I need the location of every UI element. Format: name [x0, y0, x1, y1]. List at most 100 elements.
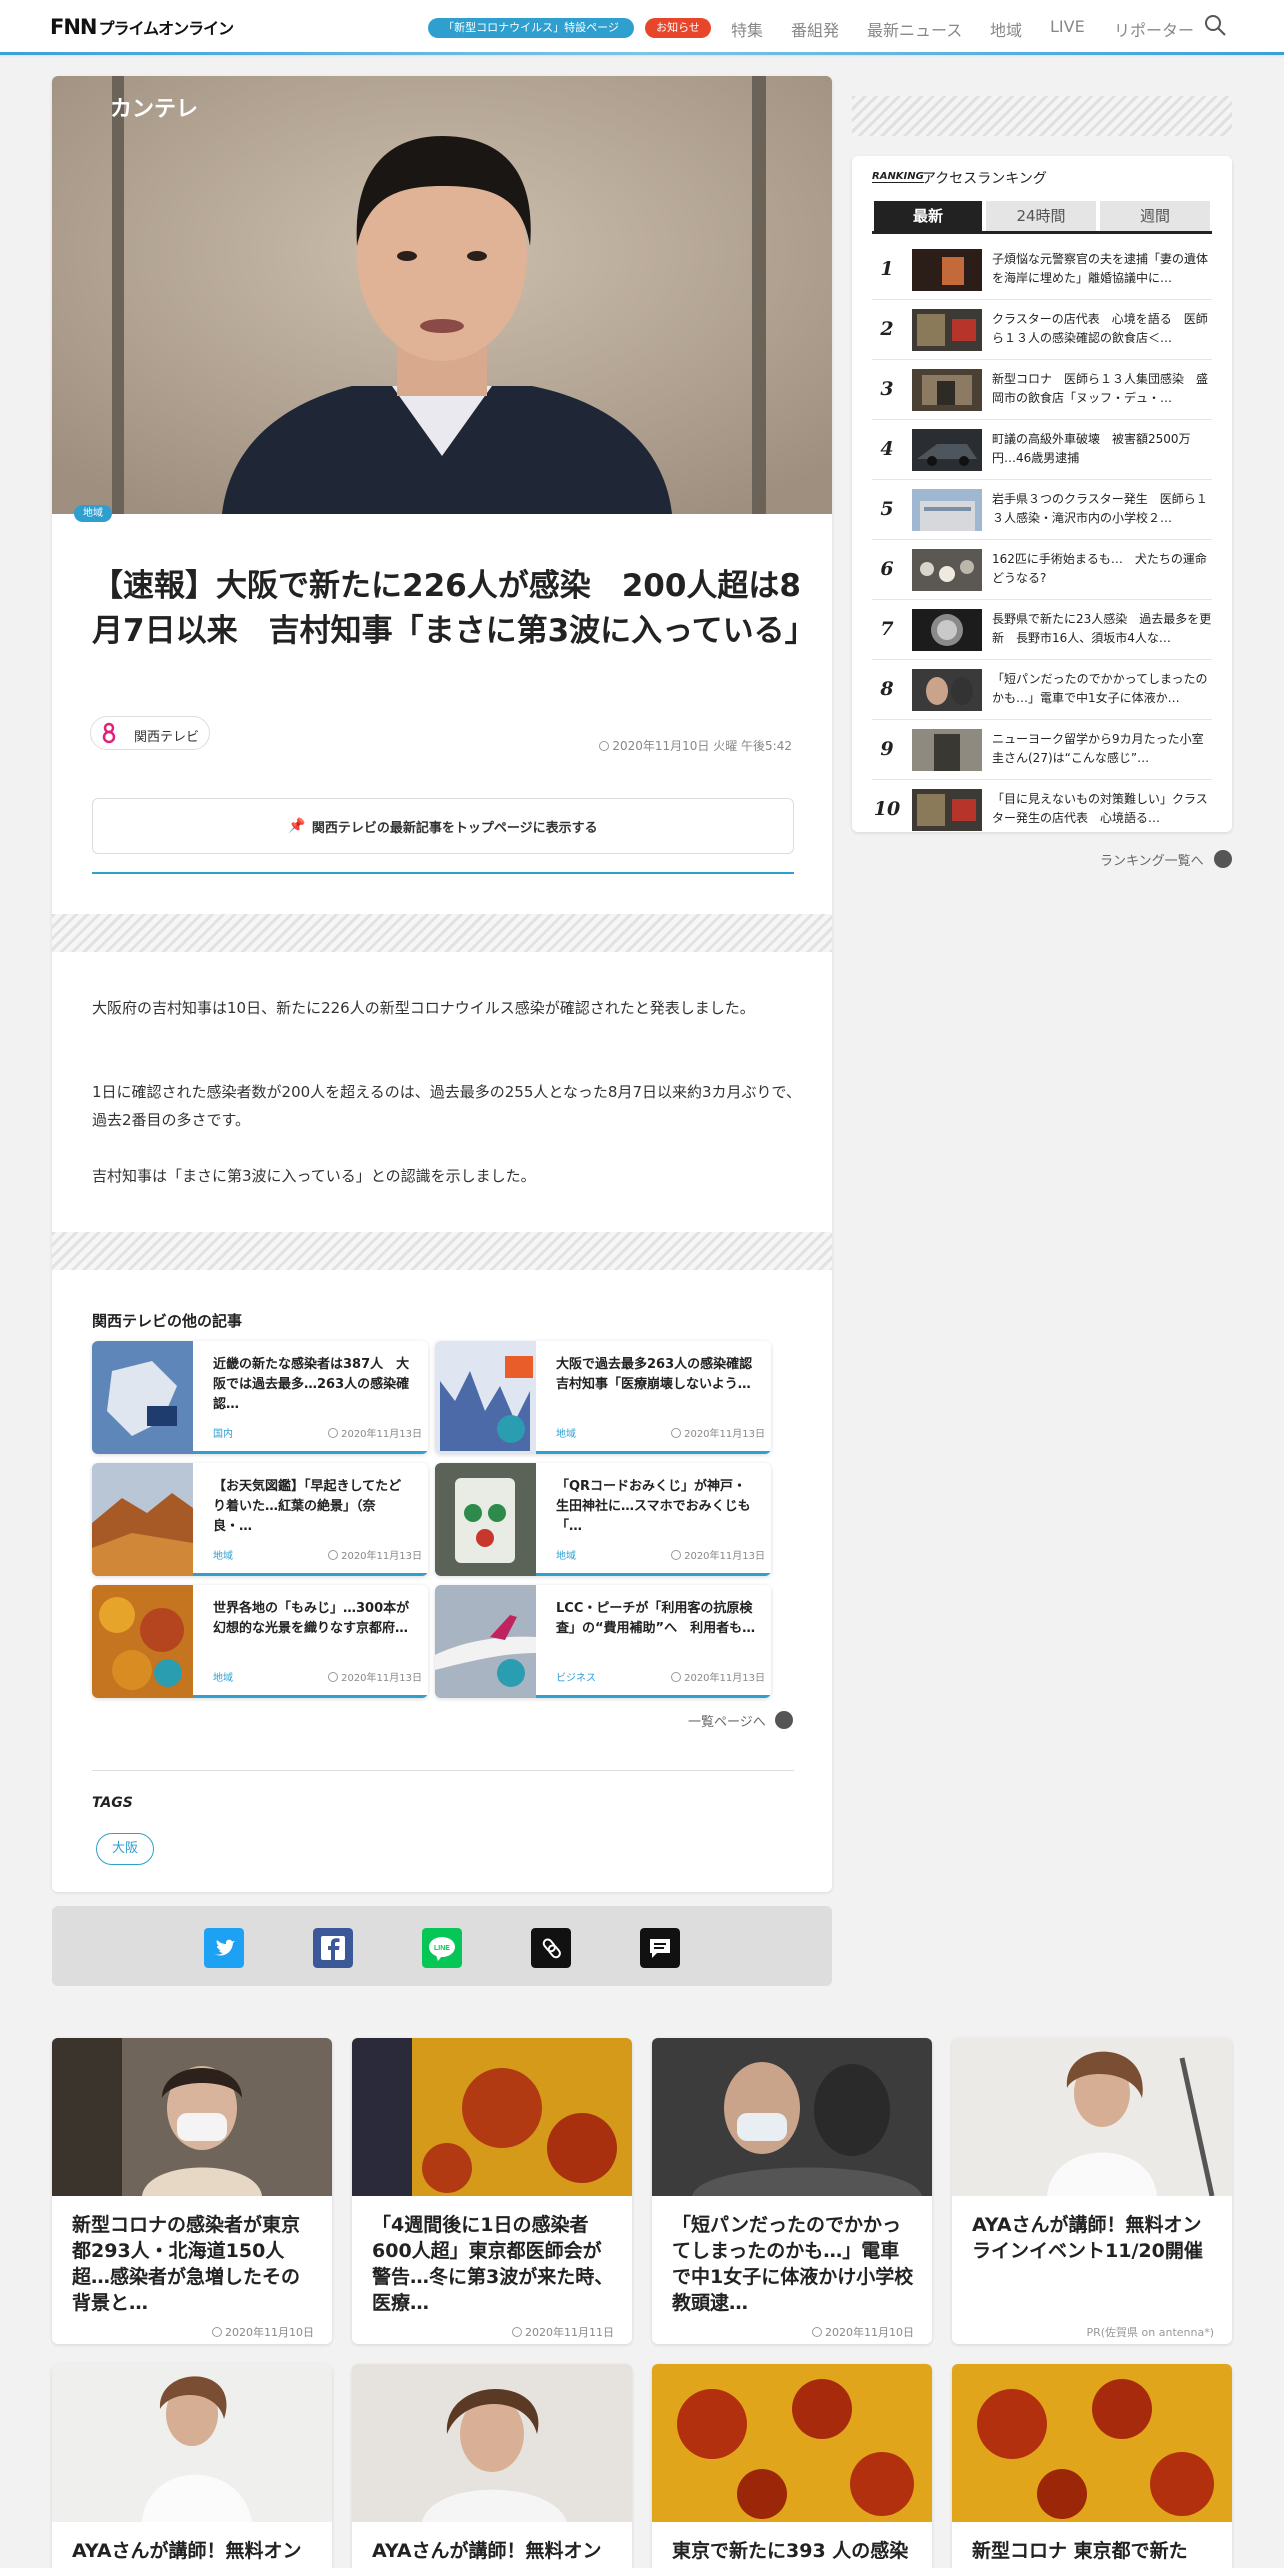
logo-prime-online: プライムオンライン [98, 19, 235, 38]
bottom-card-image [352, 2038, 632, 2196]
logo-fnn: FNN [50, 15, 97, 39]
related-card-category: 地域 [213, 1673, 233, 1684]
bottom-news-card[interactable]: 「短パンだったのでかかってしまったのかも…」電車で中1女子に体液かけ小学校教頭逮… [652, 2038, 932, 2344]
ranking-item[interactable]: 6 162匹に手術始まるも… 犬たちの運命どうなる? [872, 540, 1212, 600]
ranking-tab-week[interactable]: 週間 [1100, 201, 1210, 231]
related-card-date: 2020年11月13日 [322, 1425, 422, 1440]
ranking-item[interactable]: 3 新型コロナ 医師ら１３人集団感染 盛岡市の飲食店「ヌッフ・デュ・… [872, 360, 1212, 420]
related-card-accent [193, 1695, 428, 1698]
bottom-card-title: AYAさんが講師！無料オンラインイベント11/20開催 [972, 2214, 1203, 2262]
related-thumb [435, 1463, 536, 1576]
tag-osaka[interactable]: 大阪 [96, 1833, 154, 1865]
ranking-number: 5 [880, 498, 894, 520]
bottom-card-image [652, 2038, 932, 2196]
article-date-text: 2020年11月10日 火曜 午後5:42 [612, 739, 792, 753]
ranking-title: 「短パンだったのでかかってしまったのかも…」電車で中1女子に体液か… [992, 672, 1208, 705]
header-accent-line [0, 52, 1284, 55]
article-category-badge[interactable]: 地域 [74, 505, 112, 522]
ranking-number: 2 [880, 318, 894, 340]
bottom-card-image [52, 2364, 332, 2522]
ranking-item[interactable]: 8 「短パンだったのでかかってしまったのかも…」電車で中1女子に体液か… [872, 660, 1212, 720]
bottom-news-card[interactable]: 東京で新たに393 人の感染 [652, 2364, 932, 2568]
related-card-date: 2020年11月13日 [665, 1669, 765, 1684]
svg-text:LINE: LINE [434, 1945, 450, 1952]
ranking-tab-underline [872, 231, 1212, 234]
hero-station-logo: カンテレ [110, 96, 198, 121]
ranking-item[interactable]: 2 クラスターの店代表 心境を語る 医師ら１３人の感染確認の飲食店＜… [872, 300, 1212, 360]
ranking-item[interactable]: 1 子煩悩な元警察官の夫を逮捕「妻の遺体を海岸に埋めた」離婚協議中に… [872, 240, 1212, 300]
ranking-item[interactable]: 4 町議の高級外車破壊 被害額2500万円…46歳男逮捕 [872, 420, 1212, 480]
nav-programs[interactable]: 番組発 [791, 17, 839, 41]
chevron-right-icon[interactable] [1214, 850, 1232, 868]
chevron-right-icon[interactable] [775, 1711, 793, 1729]
related-card-date: 2020年11月13日 [665, 1547, 765, 1562]
related-card[interactable]: 「QRコードおみくじ」が神戸・生田神社に…スマホでおみくじも「… 地域 2020… [435, 1463, 771, 1576]
related-card-date: 2020年11月13日 [322, 1669, 422, 1684]
site-logo[interactable]: FNN プライムオンライン [50, 15, 235, 39]
related-card[interactable]: 大阪で過去最多263人の感染確認 吉村知事「医療崩壊しないよう… 地域 2020… [435, 1341, 771, 1454]
ranking-title: クラスターの店代表 心境を語る 医師ら１３人の感染確認の飲食店＜… [992, 312, 1208, 345]
ranking-title: 「目に見えないもの対策難しい」クラスター発生の店代表 心境語る… [992, 792, 1208, 825]
notice-link[interactable]: お知らせ [645, 18, 711, 38]
bottom-card-date-text: 2020年11月10日 [225, 2326, 314, 2339]
follow-source-button[interactable]: 📌 関西テレビの最新記事をトップページに表示する [92, 798, 794, 854]
bottom-pr-card[interactable]: AYAさんが講師！無料オンラインイベント11/20開催 PR(佐賀県 on an… [952, 2038, 1232, 2344]
ranking-tab-latest[interactable]: 最新 [874, 201, 982, 231]
ranking-number: 4 [880, 438, 894, 460]
related-card-date: 2020年11月13日 [322, 1547, 422, 1562]
related-card-category: 地域 [213, 1551, 233, 1562]
ranking-item[interactable]: 7 長野県で新たに23人感染 過去最多を更新 長野市16人、須坂市4人な… [872, 600, 1212, 660]
bottom-news-card[interactable]: 新型コロナの感染者が東京都293人・北海道150人超…感染者が急増したその背景と… [52, 2038, 332, 2344]
bottom-news-card[interactable]: AYAさんが講師！無料オン [52, 2364, 332, 2568]
related-card[interactable]: 近畿の新たな感染者は387人 大阪では過去最多…263人の感染確認… 国内 20… [92, 1341, 428, 1454]
related-card-date-text: 2020年11月13日 [684, 1429, 765, 1440]
kantele-logo-icon [102, 722, 116, 744]
bottom-news-card[interactable]: 「4週間後に1日の感染者600人超」東京都医師会が警告…冬に第3波が来た時、医療… [352, 2038, 632, 2344]
clock-icon [599, 741, 610, 751]
bottom-card-title: 新型コロナの感染者が東京都293人・北海道150人超…感染者が急増したその背景と… [72, 2214, 301, 2314]
related-card[interactable]: 世界各地の「もみじ」…300本が幻想的な光景を織りなす京都府… 地域 2020年… [92, 1585, 428, 1698]
site-header: FNN プライムオンライン 「新型コロナウイルス」特設ページ お知らせ 特集 番… [0, 0, 1284, 55]
follow-divider [92, 872, 794, 874]
nav-latest-news[interactable]: 最新ニュース [867, 17, 962, 41]
related-card-category: 地域 [556, 1429, 576, 1440]
ranking-item[interactable]: 10 「目に見えないもの対策難しい」クラスター発生の店代表 心境語る… [872, 780, 1212, 832]
facebook-icon[interactable] [313, 1928, 353, 1968]
ranking-thumb [912, 609, 982, 651]
ranking-number: 7 [880, 618, 894, 640]
clock-icon [671, 1550, 682, 1560]
nav-live[interactable]: LIVE [1050, 17, 1085, 36]
bottom-news-card[interactable]: 新型コロナ 東京都で新た [952, 2364, 1232, 2568]
bottom-card-title: 「4週間後に1日の感染者600人超」東京都医師会が警告…冬に第3波が来た時、医療… [372, 2214, 614, 2314]
related-card[interactable]: 【お天気図鑑】「早起きしてたどり着いた…紅葉の絶景」（奈良・… 地域 2020年… [92, 1463, 428, 1576]
twitter-icon[interactable] [204, 1928, 244, 1968]
nav-features[interactable]: 特集 [731, 17, 763, 41]
ranking-more-link[interactable]: ランキング一覧へ [1100, 850, 1204, 869]
article-hero-image: カンテレ [52, 76, 832, 514]
related-card-date-text: 2020年11月13日 [341, 1551, 422, 1562]
nav-region[interactable]: 地域 [990, 17, 1022, 41]
search-icon[interactable] [1203, 13, 1227, 37]
corona-special-link[interactable]: 「新型コロナウイルス」特設ページ [428, 18, 634, 38]
related-card-accent [536, 1451, 771, 1454]
ranking-thumb [912, 549, 982, 591]
ranking-item[interactable]: 9 ニューヨーク留学から9カ月たった小室圭さん(27)は“こんな感じ”… [872, 720, 1212, 780]
line-icon[interactable]: LINE [422, 1928, 462, 1968]
follow-source-label: 関西テレビの最新記事をトップページに表示する [311, 820, 598, 836]
clock-icon [212, 2327, 222, 2337]
related-card-date-text: 2020年11月13日 [684, 1551, 765, 1562]
stripe-divider-bottom [52, 1232, 832, 1270]
source-name[interactable]: 関西テレビ [134, 726, 199, 745]
ranking-item[interactable]: 5 岩手県３つのクラスター発生 医師ら１３人感染・滝沢市内の小学校２… [872, 480, 1212, 540]
ranking-number: 1 [880, 258, 894, 280]
related-more-link[interactable]: 一覧ページへ [688, 1711, 766, 1730]
ranking-tab-24h[interactable]: 24時間 [986, 201, 1096, 231]
related-card-title: 【お天気図鑑】「早起きしてたどり着いた…紅葉の絶景」（奈良・… [213, 1479, 402, 1534]
bottom-news-card[interactable]: AYAさんが講師！無料オン [352, 2364, 632, 2568]
comment-icon[interactable] [640, 1928, 680, 1968]
related-card[interactable]: LCC・ピーチが「利用客の抗原検査」の“費用補助”へ 利用者も… ビジネス 20… [435, 1585, 771, 1698]
copy-link-icon[interactable] [531, 1928, 571, 1968]
related-card-title: 大阪で過去最多263人の感染確認 吉村知事「医療崩壊しないよう… [556, 1357, 766, 1392]
bottom-card-date-text: 2020年11月10日 [825, 2326, 914, 2339]
nav-reporter[interactable]: リポーター [1114, 17, 1194, 41]
